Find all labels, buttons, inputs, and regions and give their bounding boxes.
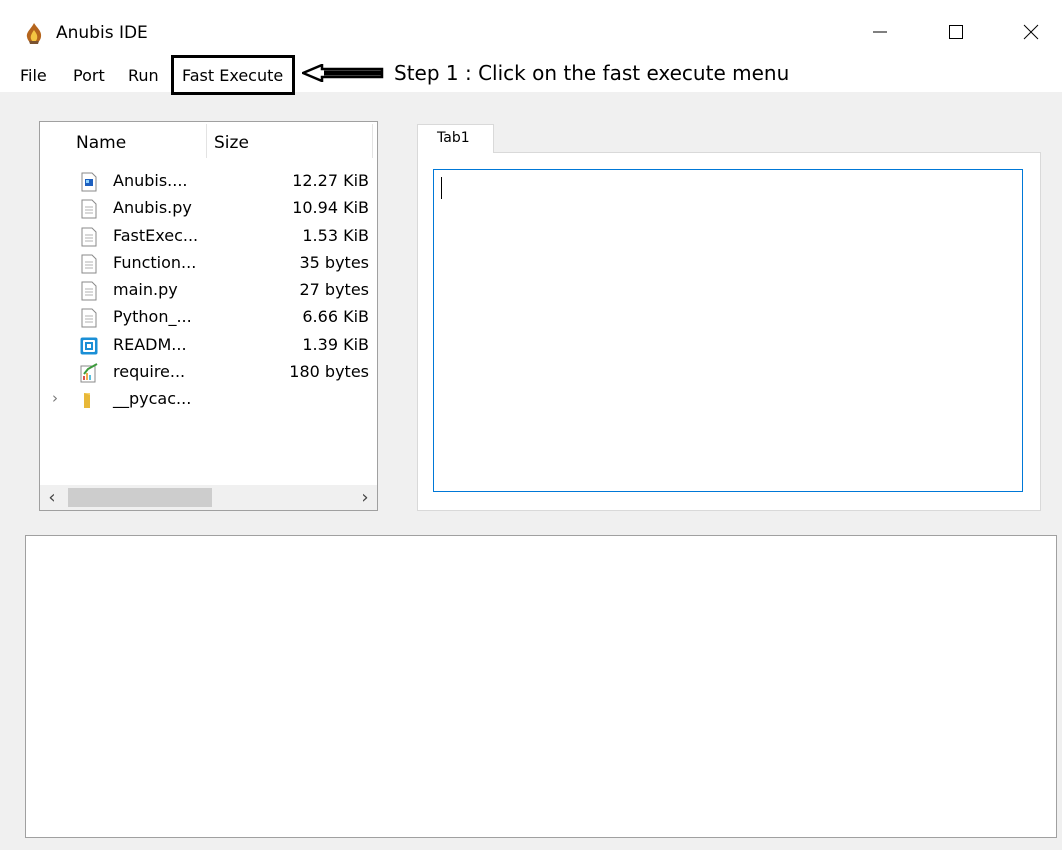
file-name: Anubis.py — [113, 198, 192, 218]
tab-1[interactable]: Tab1 — [417, 124, 494, 153]
text-file-icon — [81, 227, 97, 247]
expand-chevron-icon[interactable]: › — [52, 389, 58, 407]
file-name: Python_... — [113, 307, 192, 327]
minimize-button[interactable] — [857, 14, 903, 50]
tree-row[interactable]: Python_... 6.66 KiB — [40, 304, 377, 331]
fast-execute-highlight-box — [171, 55, 295, 95]
close-button[interactable] — [1008, 14, 1054, 50]
file-name: FastExec... — [113, 225, 199, 245]
menu-file[interactable]: File — [20, 66, 47, 86]
title-bar: Anubis IDE — [0, 0, 1062, 58]
folder-icon — [84, 393, 90, 409]
tab-label: Tab1 — [437, 130, 470, 146]
tree-row[interactable]: › __pycac... — [40, 386, 377, 413]
left-arrow-icon — [302, 64, 384, 82]
column-separator[interactable] — [372, 124, 373, 158]
horizontal-scrollbar[interactable]: ‹ › — [40, 485, 377, 510]
column-size[interactable]: Size — [214, 133, 249, 153]
tree-header: Name Size — [40, 122, 377, 160]
column-name[interactable]: Name — [76, 133, 126, 153]
file-size: 12.27 KiB — [292, 171, 369, 190]
tree-row[interactable]: Anubis.py 10.94 KiB — [40, 195, 377, 222]
code-editor[interactable] — [433, 169, 1023, 492]
file-name: require... — [113, 362, 186, 382]
scroll-left-icon[interactable]: ‹ — [44, 487, 60, 508]
file-tree: Name Size Anubis.... 12.27 KiB Anubis.py… — [39, 121, 378, 511]
tree-rows: Anubis.... 12.27 KiB Anubis.py 10.94 KiB… — [40, 168, 377, 414]
file-size: 10.94 KiB — [292, 198, 369, 218]
menu-port[interactable]: Port — [73, 66, 105, 86]
tree-row[interactable]: require... 180 bytes — [40, 359, 377, 386]
maximize-icon — [949, 25, 963, 39]
markdown-file-icon — [80, 337, 98, 355]
image-file-icon — [81, 172, 97, 192]
text-file-icon — [81, 254, 97, 274]
scrollbar-thumb[interactable] — [68, 488, 212, 507]
folder-name: __pycac... — [113, 389, 192, 409]
file-size: 35 bytes — [299, 252, 369, 272]
tree-row[interactable]: Anubis.... 12.27 KiB — [40, 168, 377, 195]
file-size: 180 bytes — [289, 362, 369, 382]
text-file-icon — [81, 281, 97, 301]
text-file-icon — [81, 308, 97, 328]
file-name: Function... — [113, 252, 197, 272]
text-file-icon — [81, 199, 97, 219]
tree-row[interactable]: main.py 27 bytes — [40, 277, 377, 304]
tree-row[interactable]: READM... 1.39 KiB — [40, 332, 377, 359]
file-name: main.py — [113, 280, 178, 300]
menu-run[interactable]: Run — [128, 66, 159, 86]
maximize-button[interactable] — [933, 14, 979, 50]
tree-row[interactable]: FastExec... 1.53 KiB — [40, 223, 377, 250]
text-caret — [441, 177, 442, 199]
file-size: 1.53 KiB — [302, 225, 369, 245]
file-size: 1.39 KiB — [302, 334, 369, 354]
column-separator[interactable] — [206, 124, 207, 158]
file-name: READM... — [113, 334, 187, 354]
spreadsheet-file-icon — [80, 363, 98, 383]
file-size: 27 bytes — [299, 280, 369, 300]
window-title: Anubis IDE — [56, 23, 148, 43]
step-annotation: Step 1 : Click on the fast execute menu — [394, 61, 790, 85]
minimize-icon — [873, 31, 887, 33]
output-console[interactable] — [25, 535, 1057, 838]
file-name: Anubis.... — [113, 171, 188, 190]
file-size: 6.66 KiB — [302, 307, 369, 327]
scroll-right-icon[interactable]: › — [357, 487, 373, 508]
tree-row[interactable]: Function... 35 bytes — [40, 250, 377, 277]
close-icon — [1023, 24, 1039, 40]
anubis-flame-icon — [26, 23, 42, 44]
